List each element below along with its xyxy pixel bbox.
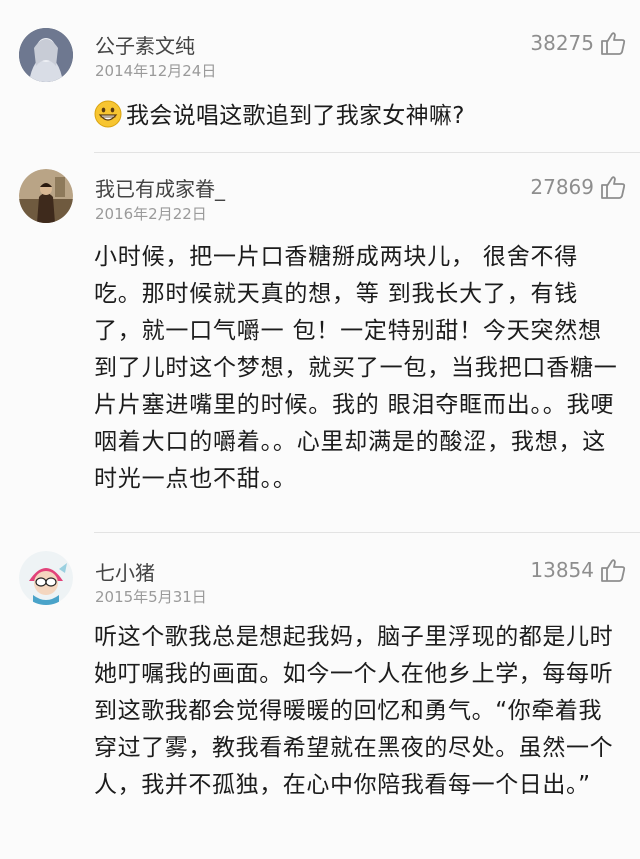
comment-item: 七小猪 2015年5月31日 13854 听这个歌我总是想起我妈，脑子里浮现的都…: [0, 533, 640, 859]
comment-text: 小时候，把一片口香糖掰成两块儿， 很舍不得吃。那时候就天真的想，等 到我长大了，…: [94, 244, 618, 492]
like-count: 13854: [530, 558, 594, 582]
thumbs-up-icon[interactable]: [600, 557, 626, 583]
comment-date: 2014年12月24日: [95, 62, 217, 80]
avatar[interactable]: [19, 28, 73, 82]
like-button[interactable]: 27869: [530, 174, 626, 200]
like-count: 27869: [530, 175, 594, 199]
avatar[interactable]: [19, 551, 73, 605]
comment-item: 我已有成家眷_ 2016年2月22日 27869 小时候，把一片口香糖掰成两块儿…: [0, 153, 640, 533]
comment-username[interactable]: 我已有成家眷_: [95, 173, 225, 202]
like-count: 38275: [530, 31, 594, 55]
like-button[interactable]: 13854: [530, 557, 626, 583]
thumbs-up-icon[interactable]: [600, 174, 626, 200]
comment-date: 2015年5月31日: [95, 588, 207, 606]
comment-username[interactable]: 七小猪: [95, 557, 155, 586]
avatar[interactable]: [19, 169, 73, 223]
comment-text-body: 我会说唱这歌追到了我家女神嘛?: [126, 103, 465, 129]
comment-username[interactable]: 公子素文纯: [95, 30, 195, 59]
grinning-face-emoji: [94, 100, 122, 128]
comment-text: 我会说唱这歌追到了我家女神嘛?: [94, 98, 620, 135]
comment-item: 公子素文纯 2014年12月24日 38275 我会说唱这歌追到了我家女神嘛?: [0, 0, 640, 153]
comment-date: 2016年2月22日: [95, 205, 207, 223]
like-button[interactable]: 38275: [530, 30, 626, 56]
comment-text: 听这个歌我总是想起我妈，脑子里浮现的都是儿时她叮嘱我的画面。如今一个人在他乡上学…: [94, 624, 614, 798]
thumbs-up-icon[interactable]: [600, 30, 626, 56]
